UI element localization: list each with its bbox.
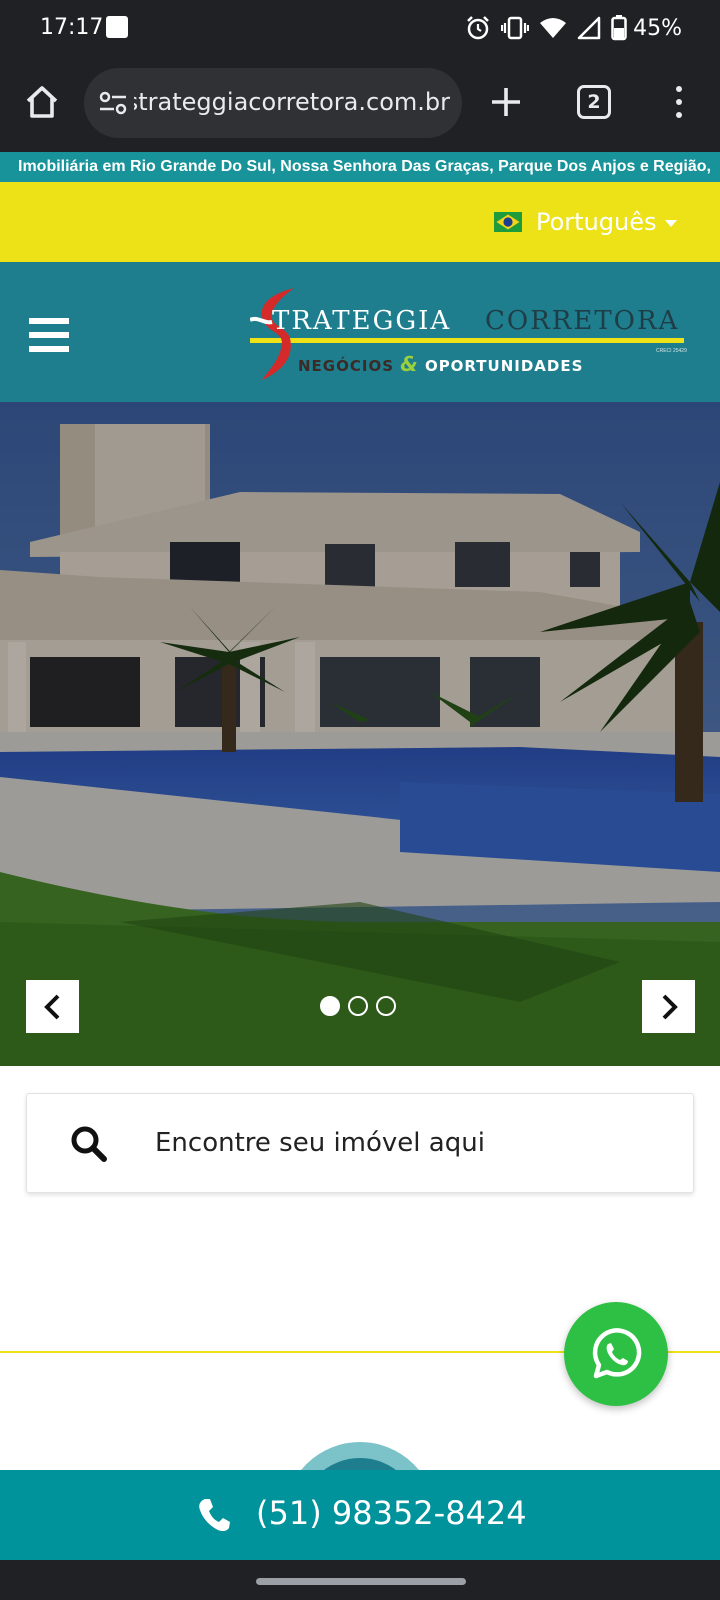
logo-word-trateggia: TRATEGGIA (272, 306, 452, 336)
gesture-handle[interactable] (256, 1578, 466, 1585)
hero-overlay (0, 402, 720, 1066)
ticker-banner: Imobiliária em Rio Grande Do Sul, Nossa … (0, 152, 720, 182)
notification-square-icon (106, 16, 128, 38)
carousel-next-button[interactable] (642, 980, 695, 1033)
vibrate-icon (501, 16, 530, 40)
status-icons: 45% (465, 12, 682, 44)
carousel-prev-button[interactable] (26, 980, 79, 1033)
chevron-right-icon (662, 994, 678, 1020)
more-menu-icon[interactable] (666, 84, 692, 120)
status-bar: 17:17 45% (0, 0, 720, 58)
logo-registry: CRECI 25429 (656, 348, 687, 354)
signal-icon (577, 16, 601, 40)
battery-percent: 45% (633, 15, 682, 41)
phone-number: (51) 98352-8424 (256, 1494, 527, 1532)
carousel-dot-2[interactable] (348, 996, 368, 1016)
new-tab-icon[interactable] (488, 84, 524, 120)
brazil-flag-icon (494, 212, 522, 232)
logo-word-corretora: CORRETORA (485, 306, 680, 336)
home-icon[interactable] (22, 82, 62, 122)
alarm-icon (467, 16, 489, 40)
wifi-icon (540, 18, 567, 38)
site-logo[interactable]: TRATEGGIA CORRETORA CRECI 25429 NEGÓCIOS… (250, 286, 690, 386)
url-text: strateggiacorretora.com.br (134, 88, 450, 116)
site-header: TRATEGGIA CORRETORA CRECI 25429 NEGÓCIOS… (0, 262, 720, 402)
menu-hamburger-icon[interactable] (29, 318, 69, 352)
carousel-dot-1[interactable] (320, 996, 340, 1016)
hero-carousel (0, 402, 720, 1066)
call-phone-bar[interactable]: (51) 98352-8424 (0, 1470, 720, 1560)
tab-switcher-icon[interactable]: 2 (577, 85, 611, 119)
logo-tagline-amp: & (400, 352, 419, 376)
chevron-down-icon (664, 220, 677, 227)
search-placeholder: Encontre seu imóvel aqui (155, 1128, 485, 1158)
carousel-dot-3[interactable] (376, 996, 396, 1016)
language-selector[interactable]: Português (494, 204, 677, 240)
search-icon (71, 1126, 107, 1162)
logo-underline (250, 338, 684, 343)
site-settings-icon[interactable] (98, 90, 128, 116)
language-label: Português (536, 208, 657, 236)
whatsapp-icon (592, 1328, 642, 1379)
chevron-left-icon (44, 994, 60, 1020)
ticker-text: Imobiliária em Rio Grande Do Sul, Nossa … (18, 158, 711, 175)
phone-icon (199, 1499, 230, 1532)
carousel-indicators (320, 996, 396, 1016)
property-search-box[interactable]: Encontre seu imóvel aqui (26, 1093, 694, 1193)
address-bar[interactable]: strateggiacorretora.com.br (84, 68, 462, 138)
system-nav-bar (0, 1560, 720, 1600)
logo-tagline: NEGÓCIOS & OPORTUNIDADES (298, 352, 583, 376)
logo-tagline-left: NEGÓCIOS (298, 357, 395, 375)
whatsapp-button[interactable] (564, 1302, 668, 1406)
status-time: 17:17 (40, 15, 104, 40)
browser-toolbar: strateggiacorretora.com.br 2 (0, 58, 720, 152)
battery-icon (611, 15, 627, 41)
language-bar: Português (0, 182, 720, 262)
logo-tagline-right: OPORTUNIDADES (424, 357, 584, 375)
